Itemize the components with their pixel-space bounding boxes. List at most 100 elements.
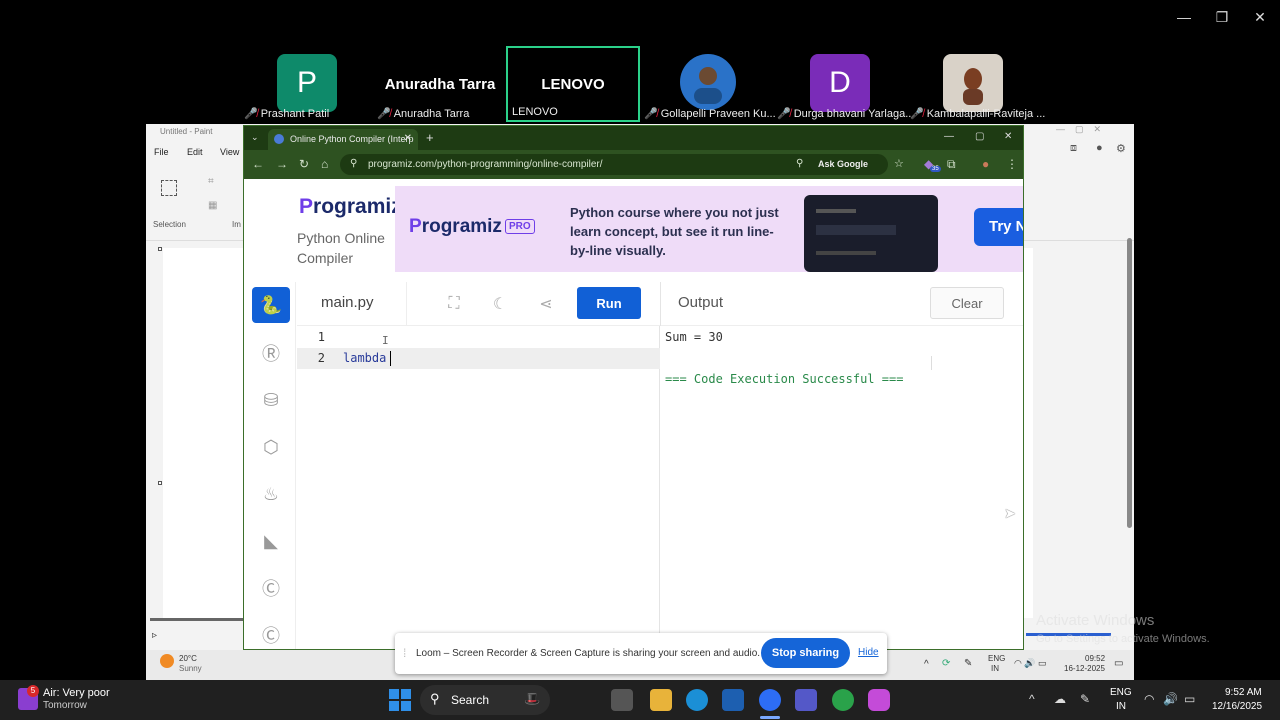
- inner-lang2: IN: [991, 664, 999, 673]
- url-text: programiz.com/python-programming/online-…: [368, 159, 603, 170]
- menu-dots-icon[interactable]: ⋮: [1006, 157, 1018, 171]
- clear-button[interactable]: Clear: [930, 287, 1004, 319]
- site-info-icon[interactable]: ⚲: [350, 158, 357, 169]
- tray-cloud-icon[interactable]: ☁: [1054, 692, 1066, 706]
- mouse-pointer-icon: ➤: [1004, 505, 1016, 521]
- home-icon[interactable]: ⌂: [321, 157, 328, 171]
- zoom-search-icon[interactable]: ⚲: [796, 158, 803, 169]
- teams-icon[interactable]: [795, 689, 817, 711]
- tray-overflow-icon[interactable]: ^: [1029, 692, 1035, 706]
- participant-tile[interactable]: D 🎤̸ Durga bhavani Yarlaga...: [773, 46, 914, 122]
- pro-banner[interactable]: Programiz PRO Python course where you not…: [395, 186, 1023, 272]
- tab-close-icon[interactable]: ✕: [404, 133, 412, 144]
- settings-gear-icon[interactable]: ⚙: [1116, 142, 1126, 155]
- tab-search-icon[interactable]: ⌄: [251, 132, 259, 143]
- taskbar-search-box[interactable]: ⚲ Search 🎩: [420, 685, 550, 715]
- weather-title[interactable]: Air: Very poor: [43, 687, 110, 699]
- restore-button[interactable]: ❐: [1208, 6, 1236, 28]
- horizontal-scrollbar[interactable]: [150, 618, 244, 621]
- tray-network-icons[interactable]: ◠ 🔊 ▭: [1014, 658, 1047, 669]
- resize-icon[interactable]: ▦: [208, 200, 217, 211]
- reload-icon[interactable]: ↻: [299, 157, 309, 171]
- r-language-icon[interactable]: Ⓡ: [252, 335, 290, 371]
- language-indicator[interactable]: ENG: [1110, 687, 1132, 698]
- participant-tile[interactable]: 🎤̸ Kambalapalli-Raviteja ...: [906, 46, 1045, 122]
- html5-icon[interactable]: ⬡: [252, 429, 290, 465]
- browser-tab[interactable]: Online Python Compiler (Interp ✕: [268, 129, 418, 150]
- java-icon[interactable]: ♨: [252, 476, 290, 512]
- cpp-language-icon[interactable]: Ⓒ: [252, 617, 290, 649]
- try-button[interactable]: Try N: [974, 208, 1023, 246]
- file-explorer-icon[interactable]: [650, 689, 672, 711]
- output-line-success: === Code Execution Successful ===: [665, 372, 904, 386]
- crop-icon[interactable]: ⌗: [208, 176, 214, 187]
- minimize-button[interactable]: —: [1170, 6, 1198, 28]
- drag-handle-icon[interactable]: ⁞: [403, 646, 406, 660]
- bookmark-star-icon[interactable]: ☆: [894, 157, 904, 170]
- task-view-icon[interactable]: [611, 689, 633, 711]
- participant-tile-active[interactable]: LENOVO LENOVO: [506, 46, 640, 122]
- address-bar[interactable]: ⚲ programiz.com/python-programming/onlin…: [340, 154, 904, 175]
- run-button[interactable]: Run: [577, 287, 641, 319]
- participant-tile[interactable]: 🎤̸ Gollapelli Praveen Ku...: [640, 46, 776, 122]
- favicon-icon: [274, 134, 284, 144]
- tray-pen-icon[interactable]: ✎: [1080, 692, 1090, 706]
- share-icon[interactable]: ⋖: [532, 292, 560, 316]
- tray-chevron-icon[interactable]: ^: [924, 659, 929, 670]
- sql-database-icon[interactable]: ⛁: [252, 382, 290, 418]
- clock-time[interactable]: 9:52 AM: [1225, 687, 1262, 698]
- mic-muted-icon: 🎤̸: [244, 108, 258, 120]
- participant-tile[interactable]: P 🎤̸ Prashant Patil: [240, 46, 374, 122]
- tray-pen-icon[interactable]: ✎: [964, 658, 972, 669]
- comment-icon[interactable]: ⧈: [1070, 142, 1077, 155]
- stop-sharing-button[interactable]: Stop sharing: [761, 638, 850, 668]
- browser-close-button[interactable]: ✕: [1004, 131, 1012, 142]
- code-editor[interactable]: 1 2 lambda I: [297, 326, 660, 649]
- paint-menu-edit[interactable]: Edit: [187, 147, 203, 157]
- profile-avatar-icon[interactable]: ●: [982, 157, 989, 171]
- vertical-scrollbar[interactable]: [1127, 238, 1132, 528]
- notification-icon[interactable]: ▭: [1114, 658, 1123, 669]
- browser-minimize-button[interactable]: —: [944, 131, 954, 142]
- language-sidebar: 🐍 Ⓡ ⛁ ⬡ ♨ ◣ Ⓒ Ⓒ: [244, 282, 296, 649]
- copilot-icon[interactable]: [868, 689, 890, 711]
- programiz-logo[interactable]: Programiz: [299, 195, 402, 219]
- account-icon[interactable]: ●: [1096, 142, 1103, 154]
- ask-google-button[interactable]: Ask Google: [818, 159, 868, 169]
- paint-menu-file[interactable]: File: [154, 147, 169, 157]
- zoom-app-icon[interactable]: [759, 689, 781, 711]
- kotlin-icon[interactable]: ◣: [252, 523, 290, 559]
- back-icon[interactable]: ←: [252, 157, 264, 171]
- new-tab-button[interactable]: +: [426, 130, 434, 145]
- selection-tool-icon[interactable]: [161, 180, 177, 196]
- paint-menu-view[interactable]: View: [220, 147, 239, 157]
- tray-app-icon[interactable]: ⟳: [942, 658, 950, 669]
- close-button[interactable]: ✕: [1246, 6, 1274, 28]
- participant-name: Kambalapalli-Raviteja ...: [926, 107, 1046, 120]
- banner-logo: Programiz PRO: [409, 216, 535, 238]
- volume-icon[interactable]: 🔊: [1163, 692, 1178, 706]
- chrome-icon[interactable]: [832, 689, 854, 711]
- resize-handle[interactable]: [158, 247, 162, 251]
- browser-maximize-button[interactable]: ▢: [975, 131, 984, 142]
- code-line-active: 2 lambda: [297, 348, 660, 369]
- python-language-icon[interactable]: 🐍: [252, 287, 290, 323]
- fullscreen-icon[interactable]: ⛶: [440, 292, 468, 316]
- edge-browser-icon[interactable]: [686, 689, 708, 711]
- address-row: ← → ↻ ⌂ ⚲ programiz.com/python-programmi…: [244, 150, 1023, 179]
- activate-windows-title: Activate Windows: [1036, 612, 1155, 629]
- battery-icon[interactable]: ▭: [1184, 692, 1195, 706]
- dark-mode-moon-icon[interactable]: ☾: [486, 292, 514, 316]
- wifi-icon[interactable]: ◠: [1144, 692, 1154, 706]
- hide-link[interactable]: Hide: [858, 647, 879, 658]
- participant-name: Anuradha Tarra: [393, 107, 470, 120]
- forward-icon[interactable]: →: [276, 157, 288, 171]
- paint-window-controls[interactable]: — ▢ ✕: [1056, 124, 1101, 135]
- store-icon[interactable]: [722, 689, 744, 711]
- participant-tile[interactable]: Anuradha Tarra 🎤̸ Anuradha Tarra: [373, 46, 507, 122]
- c-language-icon[interactable]: Ⓒ: [252, 570, 290, 606]
- windows-start-icon[interactable]: [389, 689, 411, 711]
- resize-handle[interactable]: [158, 481, 162, 485]
- extensions-puzzle-icon[interactable]: ⧉: [947, 157, 956, 172]
- search-label: Search: [451, 693, 490, 707]
